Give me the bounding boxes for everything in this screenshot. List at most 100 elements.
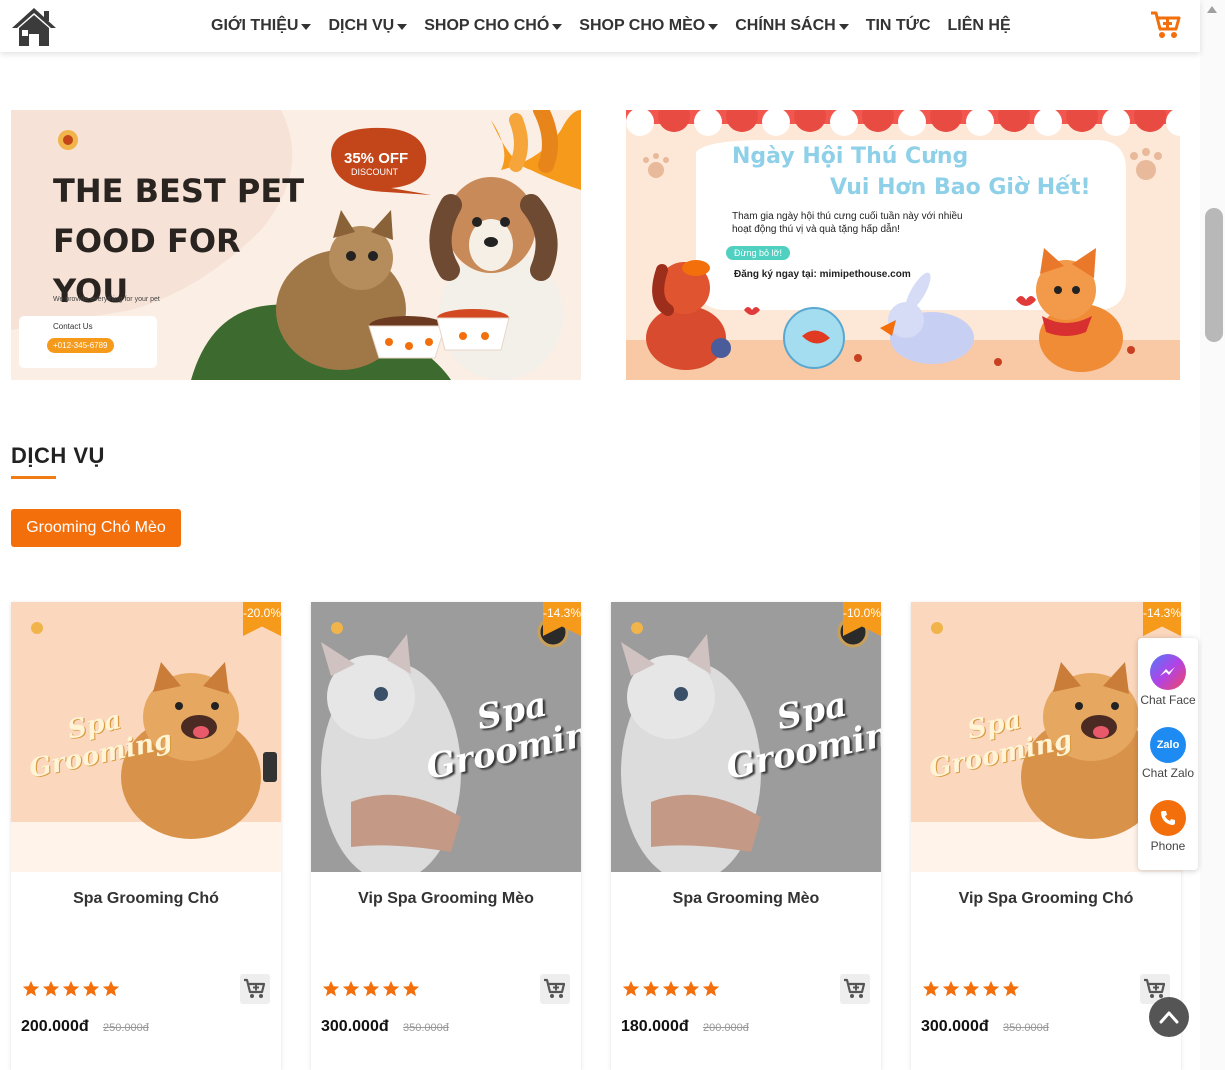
banner-headline-line-1: THE BEST PET — [53, 172, 305, 210]
star-icon — [382, 980, 400, 998]
festival-body-1: Tham gia ngày hội thú cưng cuối tuần này… — [732, 211, 963, 222]
banner-headline-line-2: FOOD FOR — [53, 222, 241, 260]
product-name[interactable]: Vip Spa Grooming Mèo — [311, 890, 581, 908]
caret-down-icon — [838, 23, 849, 30]
nav-item-6[interactable]: LIÊN HỆ — [948, 17, 1011, 35]
main-nav: GIỚI THIỆU DỊCH VỤ SHOP CHO CHÓ SHOP CHO MÈ… — [211, 17, 1028, 35]
star-icon — [82, 980, 100, 998]
contact-us-label: Contact Us — [53, 322, 93, 331]
add-to-cart-button[interactable] — [540, 974, 570, 1004]
cart-plus-icon — [844, 978, 866, 998]
rating-stars — [922, 980, 1020, 998]
product-card[interactable]: Spa Grooming -10.0% Spa Grooming Mèo 180.000… — [611, 602, 881, 1070]
discount-bubble-sub: DISCOUNT — [351, 167, 398, 177]
phone-icon — [1150, 800, 1186, 836]
chat-zalo-label: Chat Zalo — [1141, 766, 1195, 780]
festival-register: Đăng ký ngay tại: mimipethouse.com — [734, 269, 911, 280]
star-icon — [702, 980, 720, 998]
product-price: 180.000đ — [621, 1018, 689, 1035]
product-card[interactable]: Spa Grooming -20.0% Spa Grooming Chó 200.000… — [11, 602, 281, 1070]
rating-stars — [622, 980, 720, 998]
messenger-icon — [1150, 654, 1186, 690]
rating-stars — [22, 980, 120, 998]
section-title: DỊCH VỤ — [11, 443, 105, 468]
product-name[interactable]: Spa Grooming Chó — [11, 890, 281, 908]
scroll-up-arrow-icon[interactable] — [1207, 6, 1217, 13]
contact-card: Contact Us +012-345-6789 — [19, 316, 157, 368]
chat-facebook-label: Chat Face — [1140, 693, 1196, 707]
nav-item-label: LIÊN HỆ — [947, 17, 1011, 34]
nav-item-2[interactable]: SHOP CHO CHÓ — [424, 17, 563, 35]
festival-body-2: hoạt động thú vị và quà tặng hấp dẫn! — [732, 224, 900, 235]
nav-item-label: DỊCH VỤ — [328, 17, 395, 34]
star-icon — [662, 980, 680, 998]
star-icon — [362, 980, 380, 998]
zalo-icon-label: Zalo — [1156, 739, 1180, 751]
home-icon[interactable] — [10, 6, 58, 48]
star-icon — [622, 980, 640, 998]
add-to-cart-button[interactable] — [240, 974, 270, 1004]
scrollbar[interactable] — [1200, 0, 1225, 1070]
product-image[interactable]: Spa Grooming -20.0% — [11, 602, 281, 872]
nav-item-label: SHOP CHO CHÓ — [424, 17, 550, 34]
product-price: 200.000đ — [21, 1018, 89, 1035]
site-header: GIỚI THIỆU DỊCH VỤ SHOP CHO CHÓ SHOP CHO MÈ… — [0, 0, 1200, 52]
product-image[interactable]: Spa Grooming -10.0% — [611, 602, 881, 872]
banner-headline: THE BEST PET FOOD FOR YOU — [53, 166, 304, 316]
festival-pill: Đừng bỏ lỡ! — [726, 246, 790, 260]
star-icon — [922, 980, 940, 998]
nav-item-0[interactable]: GIỚI THIỆU — [211, 17, 312, 35]
star-icon — [62, 980, 80, 998]
nav-item-label: GIỚI THIỆU — [211, 17, 299, 34]
product-price: 300.000đ — [921, 1018, 989, 1035]
nav-item-4[interactable]: CHÍNH SÁCH — [735, 17, 849, 35]
nav-item-label: SHOP CHO MÈO — [579, 17, 706, 34]
zalo-icon: Zalo — [1150, 727, 1186, 763]
nav-item-label: CHÍNH SÁCH — [735, 17, 836, 34]
star-icon — [22, 980, 40, 998]
star-icon — [102, 980, 120, 998]
back-to-top-button[interactable] — [1149, 997, 1189, 1037]
star-icon — [1002, 980, 1020, 998]
star-icon — [322, 980, 340, 998]
banner-tagline: We provide everything for your pet — [53, 296, 160, 303]
filter-grooming-button[interactable]: Grooming Chó Mèo — [11, 509, 181, 547]
rating-stars — [322, 980, 420, 998]
festival-title-1: Ngày Hội Thú Cưng — [732, 144, 969, 169]
product-price: 300.000đ — [321, 1018, 389, 1035]
product-card[interactable]: Spa Grooming -14.3% Vip Spa Grooming Mèo 300… — [311, 602, 581, 1070]
phone-button[interactable]: Phone — [1138, 800, 1198, 853]
product-old-price: 350.000đ — [1003, 1022, 1049, 1034]
scroll-thumb[interactable] — [1205, 208, 1223, 342]
section-underline — [11, 476, 56, 479]
product-name[interactable]: Spa Grooming Mèo — [611, 890, 881, 908]
star-icon — [42, 980, 60, 998]
cart-plus-icon — [544, 978, 566, 998]
caret-down-icon — [301, 23, 312, 30]
star-icon — [962, 980, 980, 998]
product-old-price: 200.000đ — [703, 1022, 749, 1034]
product-image[interactable]: Spa Grooming -14.3% — [311, 602, 581, 872]
banner-headline-line-3: YOU — [53, 272, 129, 310]
star-icon — [982, 980, 1000, 998]
promo-banner-food[interactable]: THE BEST PET FOOD FOR YOU We provide eve… — [11, 110, 581, 380]
nav-item-5[interactable]: TIN TỨC — [866, 17, 931, 35]
festival-title-2: Vui Hơn Bao Giờ Hết! — [830, 175, 1091, 200]
product-name[interactable]: Vip Spa Grooming Chó — [911, 890, 1181, 908]
caret-down-icon — [552, 23, 563, 30]
chat-facebook-button[interactable]: Chat Face — [1138, 654, 1198, 707]
promo-banner-pet-festival[interactable]: Ngày Hội Thú Cưng Vui Hơn Bao Giờ Hết! T… — [626, 110, 1180, 380]
star-icon — [942, 980, 960, 998]
star-icon — [342, 980, 360, 998]
cart-plus-icon[interactable] — [1150, 10, 1182, 40]
floating-contact-panel: Chat Face Zalo Chat Zalo Phone — [1138, 638, 1198, 870]
nav-item-3[interactable]: SHOP CHO MÈO — [579, 17, 719, 35]
chevron-up-icon — [1159, 1011, 1179, 1024]
chat-zalo-button[interactable]: Zalo Chat Zalo — [1138, 727, 1198, 780]
nav-item-1[interactable]: DỊCH VỤ — [328, 17, 408, 35]
contact-phone[interactable]: +012-345-6789 — [47, 338, 114, 353]
caret-down-icon — [708, 23, 719, 30]
discount-bubble-main: 35% OFF — [344, 150, 409, 167]
nav-item-label: TIN TỨC — [865, 17, 931, 34]
add-to-cart-button[interactable] — [840, 974, 870, 1004]
